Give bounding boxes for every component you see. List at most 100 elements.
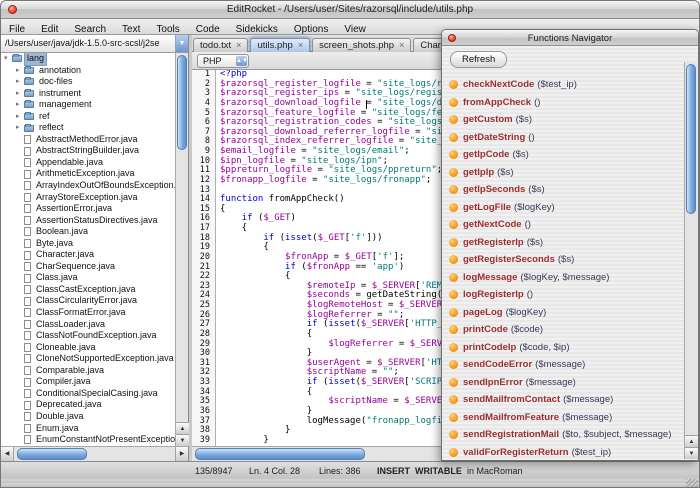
disclosure-triangle-icon[interactable]: ▸ [16,88,24,100]
scroll-up-icon[interactable]: ▲ [685,435,698,447]
scrollbar-thumb[interactable] [177,55,187,150]
function-item-getRegisterSeconds[interactable]: getRegisterSeconds ($s) [449,251,681,269]
tree-item-EnumConstantNotPresentException.java[interactable]: EnumConstantNotPresentException.java [1,434,175,446]
resize-grip[interactable] [686,479,698,487]
function-icon [449,447,458,457]
tree-item-Byte.java[interactable]: Byte.java [1,238,175,250]
title-bar[interactable]: EditRocket - /Users/user/Sites/razorsql/… [1,1,699,19]
function-item-printCode[interactable]: printCode ($code) [449,321,681,339]
function-name: sendMailfromFeature [463,411,560,423]
file-tree-vertical-scrollbar[interactable]: ▲ ▼ [175,53,189,446]
tab-close-icon[interactable]: × [236,41,241,50]
tree-item-Double.java[interactable]: Double.java [1,411,175,423]
tree-item-lang[interactable]: ▾ lang [1,53,175,66]
code-token: logMessage( [220,415,367,426]
function-item-getRegisterIp[interactable]: getRegisterIp ($s) [449,234,681,252]
tree-item-reflect[interactable]: ▸ reflect [1,122,175,134]
tree-item-Class.java[interactable]: Class.java [1,272,175,284]
disclosure-triangle-icon[interactable]: ▸ [16,122,24,134]
function-item-sendRegistrationMail[interactable]: sendRegistrationMail ($to, $subject, $mes… [449,426,681,444]
tree-item-AssertionStatusDirectives.java[interactable]: AssertionStatusDirectives.java [1,215,175,227]
function-item-getLogFile[interactable]: getLogFile ($logKey) [449,199,681,217]
tree-item-CloneNotSupportedException.java[interactable]: CloneNotSupportedException.java [1,353,175,365]
function-item-getNextCode[interactable]: getNextCode() [449,216,681,234]
folder-icon [24,100,34,109]
file-icon [24,400,31,410]
tree-item-ArrayStoreException.java[interactable]: ArrayStoreException.java [1,192,175,204]
tree-item-ArithmeticException.java[interactable]: ArithmeticException.java [1,168,175,180]
scroll-left-icon[interactable]: ◀ [1,447,14,461]
disclosure-triangle-icon[interactable]: ▸ [16,76,24,88]
function-item-sendIpnError[interactable]: sendIpnError ($message) [449,374,681,392]
disclosure-triangle-icon[interactable]: ▸ [16,65,24,77]
function-item-printCodeIp[interactable]: printCodeIp ($code, $ip) [449,339,681,357]
tree-item-management[interactable]: ▸ management [1,99,175,111]
tree-item-ClassLoader.java[interactable]: ClassLoader.java [1,319,175,331]
tree-item-Comparable.java[interactable]: Comparable.java [1,365,175,377]
function-item-getIpCode[interactable]: getIpCode ($s) [449,146,681,164]
disclosure-triangle-icon[interactable]: ▸ [16,99,24,111]
tree-item-Cloneable.java[interactable]: Cloneable.java [1,342,175,354]
tab-utils.php[interactable]: utils.php × [250,37,311,53]
tree-item-ClassFormatError.java[interactable]: ClassFormatError.java [1,307,175,319]
tree-item-ClassCircularityError.java[interactable]: ClassCircularityError.java [1,295,175,307]
file-browser-panel: /Users/user/java/jdk-1.5.0-src-scsl/j2se… [1,35,189,461]
scrollbar-thumb[interactable] [195,448,365,460]
file-tree-horizontal-scrollbar[interactable]: ◀ ▶ [1,446,188,461]
path-combo[interactable]: /Users/user/java/jdk-1.5.0-src-scsl/j2se… [1,35,188,53]
function-item-getIpIp[interactable]: getIpIp ($s) [449,164,681,182]
scroll-down-icon[interactable]: ▼ [685,447,698,459]
tree-item-Compiler.java[interactable]: Compiler.java [1,376,175,388]
tree-item-Boolean.java[interactable]: Boolean.java [1,226,175,238]
tree-item-AssertionError.java[interactable]: AssertionError.java [1,203,175,215]
function-icon [449,342,458,352]
function-item-getIpSeconds[interactable]: getIpSeconds ($s) [449,181,681,199]
function-icon [449,132,458,142]
tree-item-Enum.java[interactable]: Enum.java [1,423,175,435]
tree-item-instrument[interactable]: ▸ instrument [1,88,175,100]
tree-item-AbstractMethodError.java[interactable]: AbstractMethodError.java [1,134,175,146]
functions-vertical-scrollbar[interactable]: ▲ ▼ [684,62,698,459]
tree-item-Appendable.java[interactable]: Appendable.java [1,157,175,169]
tree-item-ref[interactable]: ▸ ref [1,111,175,123]
tree-item-ArrayIndexOutOfBoundsException.java[interactable]: ArrayIndexOutOfBoundsException.java [1,180,175,192]
tree-item-AbstractStringBuilder.java[interactable]: AbstractStringBuilder.java [1,145,175,157]
scroll-right-icon[interactable]: ▶ [175,447,188,461]
function-item-validForRegisterReturn[interactable]: validForRegisterReturn ($test_ip) [449,444,681,457]
functions-navigator-titlebar[interactable]: Functions Navigator [442,30,698,46]
function-item-checkNextCode[interactable]: checkNextCode ($test_ip) [449,76,681,94]
disclosure-triangle-icon[interactable]: ▸ [16,111,24,123]
function-item-sendMailfromContact[interactable]: sendMailfromContact ($message) [449,391,681,409]
tree-item-Character.java[interactable]: Character.java [1,249,175,261]
language-selector[interactable]: PHP ▲▼ [197,54,249,68]
function-item-getDateString[interactable]: getDateString() [449,129,681,147]
tree-item-doc-files[interactable]: ▸ doc-files [1,76,175,88]
tab-close-icon[interactable]: × [399,41,404,50]
scroll-down-icon[interactable]: ▼ [176,434,189,446]
refresh-button[interactable]: Refresh [450,51,508,68]
tree-item-annotation[interactable]: ▸ annotation [1,65,175,77]
function-item-sendCodeError[interactable]: sendCodeError ($message) [449,356,681,374]
function-item-getCustom[interactable]: getCustom ($s) [449,111,681,129]
tab-screen_shots.php[interactable]: screen_shots.php × [312,37,412,53]
function-item-pageLog[interactable]: pageLog ($logKey) [449,304,681,322]
tree-item-Deprecated.java[interactable]: Deprecated.java [1,399,175,411]
function-item-logMessage[interactable]: logMessage ($logKey, $message) [449,269,681,287]
function-item-fromAppCheck[interactable]: fromAppCheck() [449,94,681,112]
tree-item-ClassNotFoundException.java[interactable]: ClassNotFoundException.java [1,330,175,342]
tree-item-ClassCastException.java[interactable]: ClassCastException.java [1,284,175,296]
scroll-up-icon[interactable]: ▲ [176,422,189,434]
tree-item-CharSequence.java[interactable]: CharSequence.java [1,261,175,273]
scrollbar-thumb[interactable] [686,64,696,214]
scrollbar-thumb[interactable] [17,448,87,460]
disclosure-triangle-icon[interactable]: ▾ [4,53,12,65]
function-item-sendMailfromFeature[interactable]: sendMailfromFeature ($message) [449,409,681,427]
code-token: $_SERVER [360,377,405,387]
tab-close-icon[interactable]: × [298,41,303,50]
function-item-logRegisterIp[interactable]: logRegisterIp() [449,286,681,304]
tab-todo.txt[interactable]: todo.txt × [193,37,249,53]
tab-label: screen_shots.php [319,40,395,51]
path-combo-value: /Users/user/java/jdk-1.5.0-src-scsl/j2se [5,38,160,48]
tree-item-ConditionalSpecialCasing.java[interactable]: ConditionalSpecialCasing.java [1,388,175,400]
